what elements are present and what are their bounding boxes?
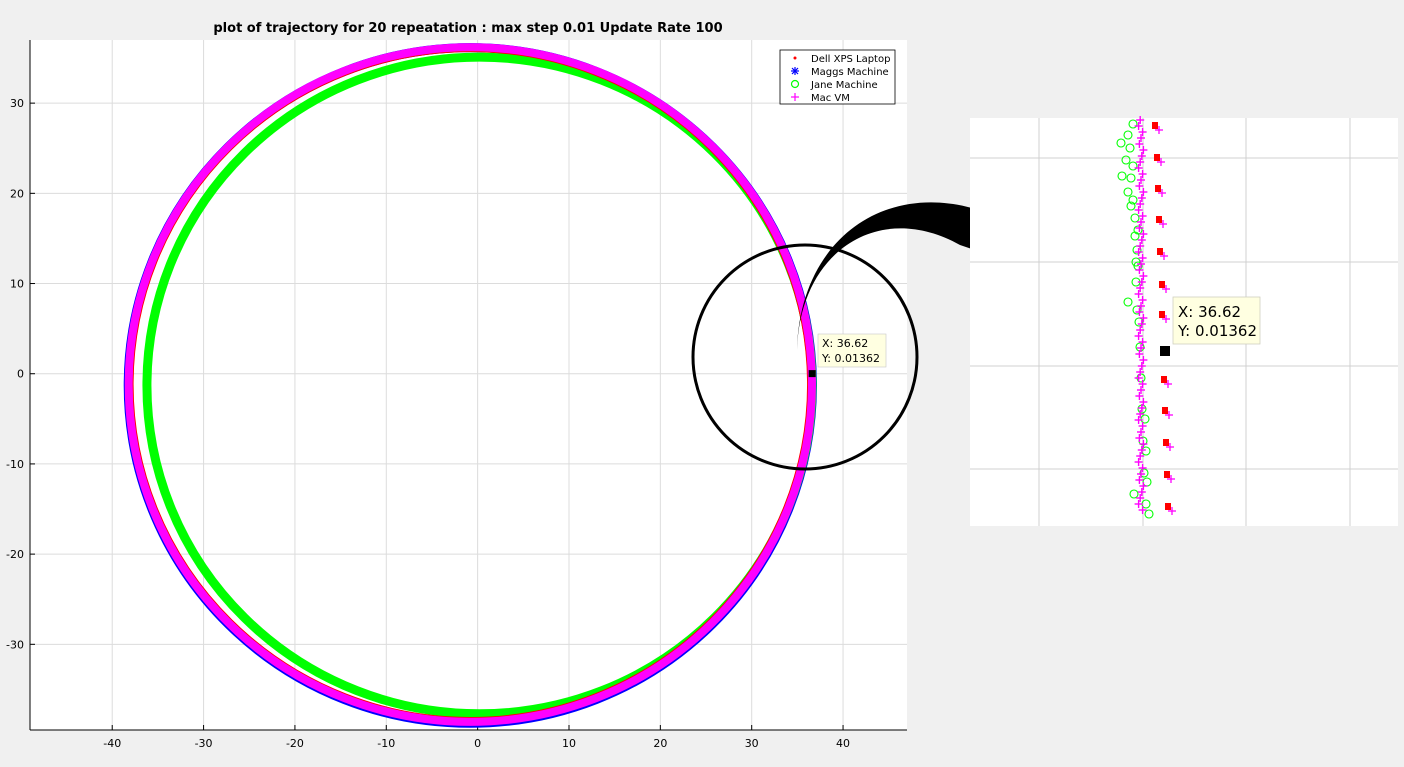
y-tick-labels: 30 20 10 0 -10 -20 -30 bbox=[6, 97, 24, 651]
legend-label: Jane Machine bbox=[810, 80, 878, 91]
x-tick-label: -40 bbox=[103, 737, 121, 750]
y-tick-label: 10 bbox=[10, 278, 24, 291]
asterisk-marker-icon bbox=[791, 67, 799, 75]
inset-datatip[interactable]: X: 36.62 Y: 0.01362 bbox=[1172, 296, 1261, 345]
legend-label: Mac VM bbox=[811, 93, 850, 104]
inset-dell-marker bbox=[1156, 216, 1162, 223]
x-tick-label: -10 bbox=[377, 737, 395, 750]
legend[interactable]: Dell XPS Laptop Maggs Machine Jane Machi… bbox=[779, 49, 896, 105]
y-tick-label: -20 bbox=[6, 548, 24, 561]
x-tick-labels: -40 -30 -20 -10 0 10 20 30 40 bbox=[103, 737, 850, 750]
x-tick-label: 0 bbox=[474, 737, 481, 750]
inset-dell-marker bbox=[1164, 471, 1170, 478]
x-tick-label: 20 bbox=[653, 737, 667, 750]
x-tick-label: 40 bbox=[836, 737, 850, 750]
inset-dell-marker bbox=[1162, 407, 1168, 414]
dot-marker-icon bbox=[793, 56, 797, 60]
inset-dell-marker bbox=[1163, 439, 1169, 446]
legend-label: Maggs Machine bbox=[811, 67, 889, 78]
inset-dell-marker bbox=[1157, 248, 1163, 255]
legend-label: Dell XPS Laptop bbox=[811, 54, 890, 65]
chart-title: plot of trajectory for 20 repeatation : … bbox=[213, 21, 722, 36]
inset-dell-marker bbox=[1152, 122, 1158, 129]
inset-dell-marker bbox=[1155, 185, 1161, 192]
y-tick-label: -30 bbox=[6, 638, 24, 651]
y-tick-label: 0 bbox=[17, 368, 24, 381]
inset-dell-marker bbox=[1161, 376, 1167, 383]
inset-datatip-x-label: X: 36.62 bbox=[1178, 303, 1241, 321]
inset-dell-marker bbox=[1159, 311, 1165, 318]
plot-area-background bbox=[30, 40, 907, 730]
inset-dell-marker bbox=[1154, 154, 1160, 161]
y-tick-label: 20 bbox=[10, 187, 24, 200]
inset-datatip-marker[interactable] bbox=[1160, 346, 1170, 356]
figure-canvas: -40 -30 -20 -10 0 10 20 30 40 30 20 10 0 -10 -20 -30 p… bbox=[6, 21, 1398, 750]
x-tick-label: 30 bbox=[745, 737, 759, 750]
datatip-y-label: Y: 0.01362 bbox=[821, 352, 880, 365]
main-plot-axes[interactable]: -40 -30 -20 -10 0 10 20 30 40 30 20 10 0 -10 -20 -30 p… bbox=[6, 21, 919, 750]
y-tick-label: 30 bbox=[10, 97, 24, 110]
inset-dell-marker bbox=[1159, 281, 1165, 288]
inset-dell-marker bbox=[1165, 503, 1171, 510]
x-tick-label: 10 bbox=[562, 737, 576, 750]
inset-datatip-y-label: Y: 0.01362 bbox=[1177, 322, 1257, 340]
x-tick-label: -20 bbox=[286, 737, 304, 750]
zoom-inset[interactable]: X: 36.62 Y: 0.01362 bbox=[970, 116, 1398, 526]
x-tick-label: -30 bbox=[195, 737, 213, 750]
datatip-x-label: X: 36.62 bbox=[822, 337, 868, 350]
datatip[interactable]: X: 36.62 Y: 0.01362 bbox=[817, 333, 887, 368]
datatip-marker[interactable] bbox=[808, 370, 816, 378]
y-tick-label: -10 bbox=[6, 458, 24, 471]
